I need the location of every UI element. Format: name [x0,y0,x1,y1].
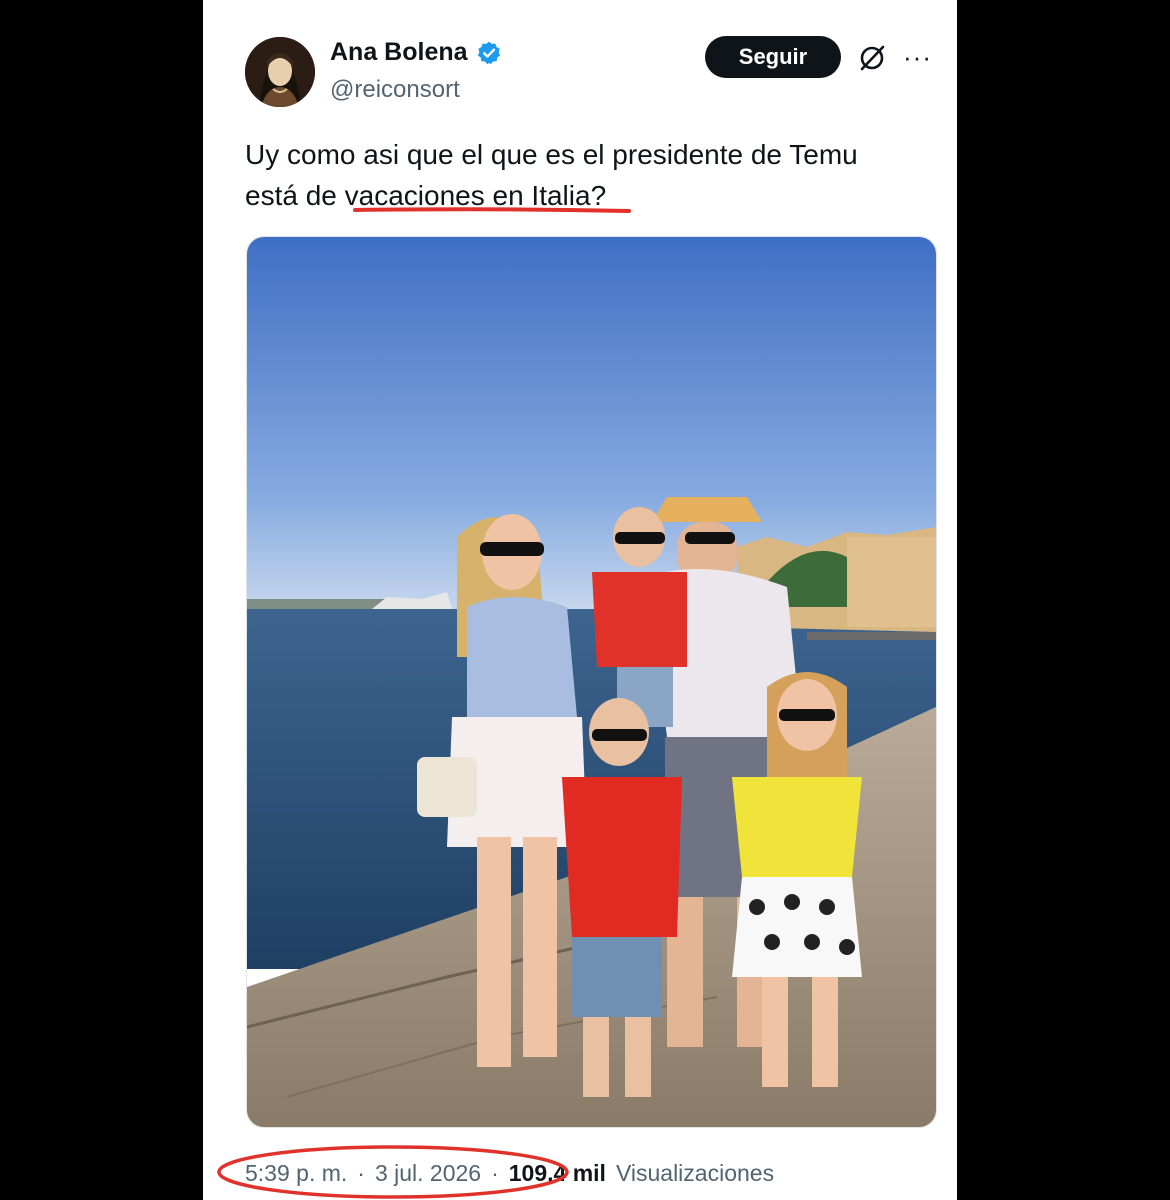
tweet-photo[interactable] [246,236,937,1128]
grok-icon[interactable] [857,43,887,73]
user-handle[interactable]: @reiconsort [330,76,460,104]
name-row: Ana Bolena [330,38,502,67]
avatar[interactable] [245,37,315,107]
views-label[interactable]: Visualizaciones [616,1160,774,1187]
tweet-text: Uy como asi que el que es el presidente … [245,134,925,216]
verified-badge-icon [477,41,500,64]
tweet-text-line1: Uy como asi que el que es el presidente … [245,139,858,170]
tweet-text-prefix: está de [245,180,345,211]
red-circle-annotation [217,1145,569,1199]
tweet-card: Ana Bolena @reiconsort Seguir ··· Uy com… [203,0,957,1200]
more-options-icon[interactable]: ··· [903,42,932,73]
display-name[interactable]: Ana Bolena [330,38,468,67]
red-underline-annotation [353,207,631,213]
follow-button[interactable]: Seguir [705,36,841,78]
